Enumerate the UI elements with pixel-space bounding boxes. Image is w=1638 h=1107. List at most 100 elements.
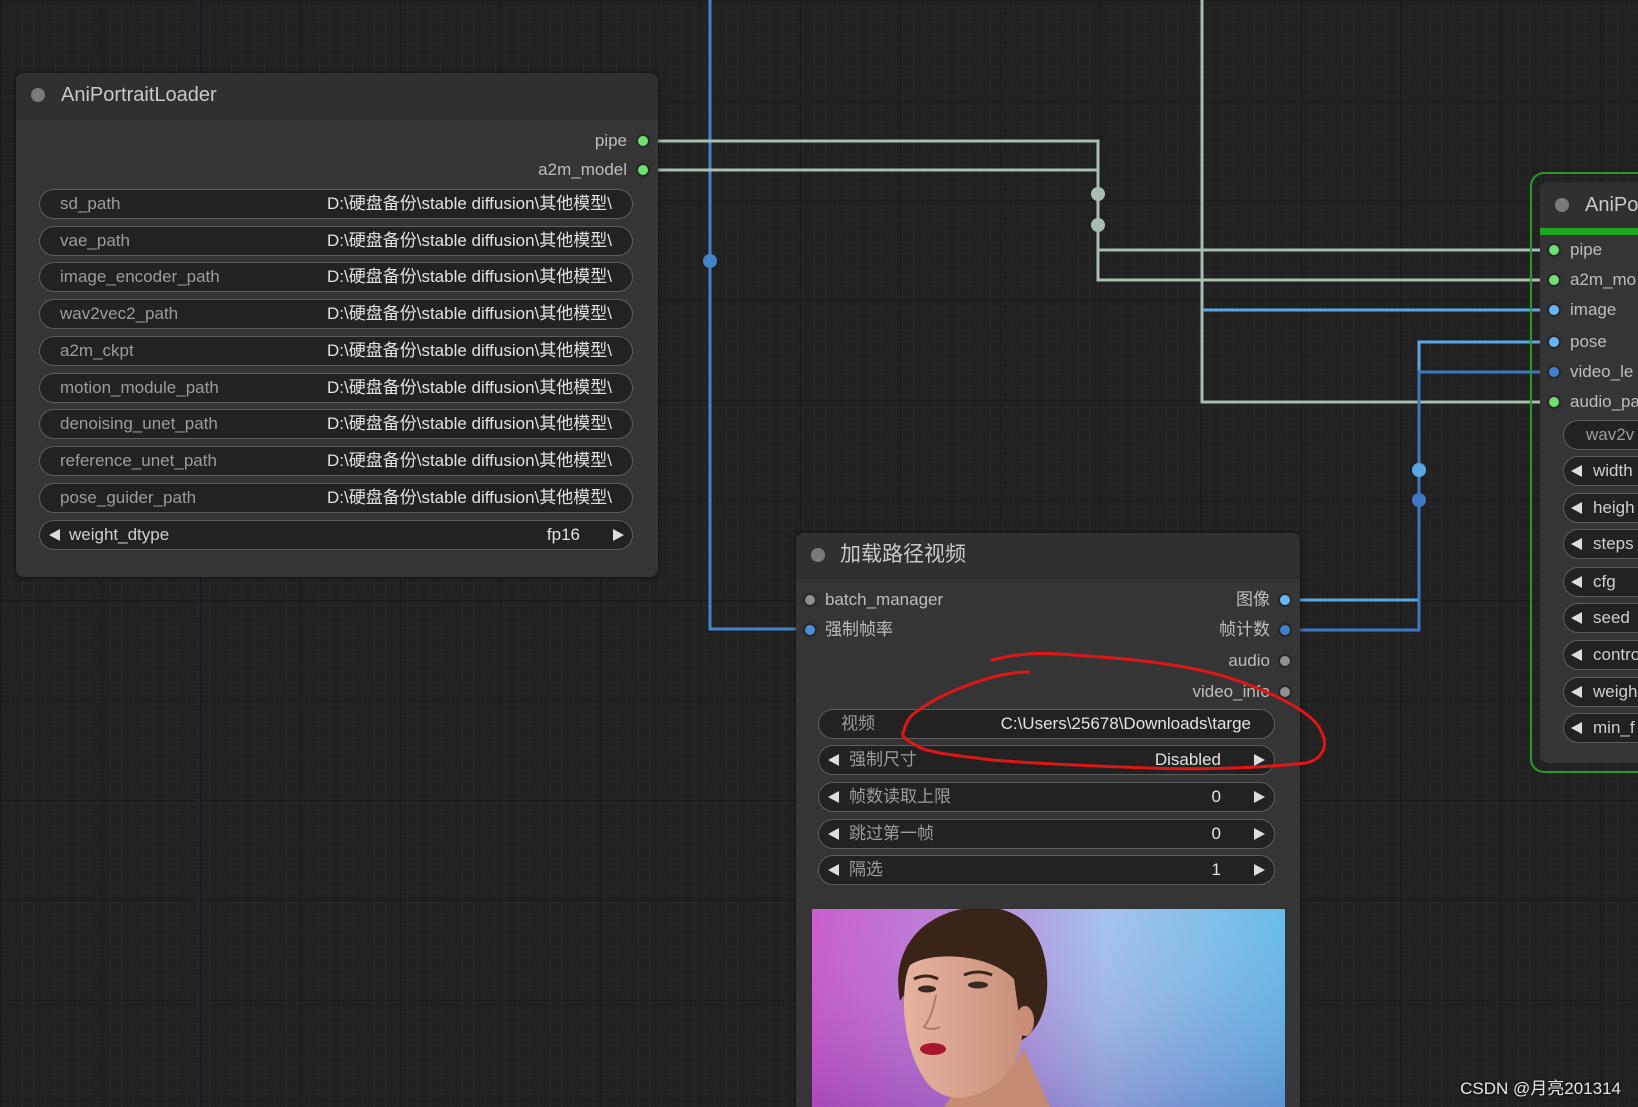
widget-value: D:\硬盘备份\stable diffusion\其他模型\ xyxy=(327,341,612,360)
widget-value: Disabled xyxy=(1154,750,1221,769)
input-slot-pipe[interactable] xyxy=(1549,245,1559,255)
node-title-bar[interactable]: AniPortraitLoader xyxy=(16,73,658,119)
output-slot-a2m-model[interactable] xyxy=(638,165,648,175)
widget-label: 帧数读取上限 xyxy=(849,787,951,806)
decrement-arrow-icon[interactable] xyxy=(828,864,839,876)
seed-stepper[interactable]: seed xyxy=(1563,603,1638,633)
widget-label: image_encoder_path xyxy=(60,267,220,286)
cfg-stepper[interactable]: cfg xyxy=(1563,567,1638,597)
force-rate-link-wire[interactable] xyxy=(708,0,810,631)
decrement-arrow-icon[interactable] xyxy=(1571,465,1582,477)
widget-label: 视频 xyxy=(841,714,875,733)
output-label-a2m-model: a2m_model xyxy=(538,160,627,179)
width-stepper[interactable]: width xyxy=(1563,456,1638,486)
force-rate-link-midpoint[interactable] xyxy=(703,254,717,268)
output-slot-audio[interactable] xyxy=(1280,656,1290,666)
vae-path-field[interactable]: vae_path D:\硬盘备份\stable diffusion\其他模型\ xyxy=(39,226,633,256)
increment-arrow-icon[interactable] xyxy=(613,529,624,541)
increment-arrow-icon[interactable] xyxy=(1254,754,1265,766)
decrement-arrow-icon[interactable] xyxy=(1571,649,1582,661)
node-title-bar[interactable]: 加载路径视频 xyxy=(796,533,1300,579)
weight-stepper[interactable]: weigh xyxy=(1563,677,1638,707)
watermark: CSDN @月亮201314 xyxy=(1460,1079,1621,1098)
height-stepper[interactable]: heigh xyxy=(1563,493,1638,523)
increment-arrow-icon[interactable] xyxy=(1254,828,1265,840)
a2m-ckpt-field[interactable]: a2m_ckpt D:\硬盘备份\stable diffusion\其他模型\ xyxy=(39,336,633,366)
widget-value: D:\硬盘备份\stable diffusion\其他模型\ xyxy=(327,488,612,507)
aniportrait-loader-node[interactable]: AniPortraitLoader pipe a2m_model sd_path… xyxy=(16,73,658,577)
output-slot-video-info[interactable] xyxy=(1280,687,1290,697)
a2m-model-link-midpoint[interactable] xyxy=(1091,218,1105,232)
input-label-pipe: pipe xyxy=(1570,240,1603,259)
skip-first-frames-stepper[interactable]: 跳过第一帧 0 xyxy=(818,819,1275,849)
widget-value: D:\硬盘备份\stable diffusion\其他模型\ xyxy=(327,414,612,433)
decrement-arrow-icon[interactable] xyxy=(1571,686,1582,698)
widget-label: 强制尺寸 xyxy=(849,750,917,769)
output-label-image: 图像 xyxy=(1236,590,1270,609)
min-frames-stepper[interactable]: min_f xyxy=(1563,713,1638,743)
motion-module-path-field[interactable]: motion_module_path D:\硬盘备份\stable diffus… xyxy=(39,373,633,403)
video-length-link-midpoint[interactable] xyxy=(1412,493,1426,507)
collapse-dot-icon[interactable] xyxy=(1555,198,1569,212)
input-slot-pose[interactable] xyxy=(1549,337,1559,347)
widget-value: D:\硬盘备份\stable diffusion\其他模型\ xyxy=(327,378,612,397)
increment-arrow-icon[interactable] xyxy=(1254,791,1265,803)
decrement-arrow-icon[interactable] xyxy=(828,828,839,840)
force-size-combo[interactable]: 强制尺寸 Disabled xyxy=(818,745,1275,775)
decrement-arrow-icon[interactable] xyxy=(49,529,60,541)
decrement-arrow-icon[interactable] xyxy=(1571,722,1582,734)
sd-path-field[interactable]: sd_path D:\硬盘备份\stable diffusion\其他模型\ xyxy=(39,189,633,219)
load-video-path-node[interactable]: 加载路径视频 batch_manager 强制帧率 图像 帧计数 audio v… xyxy=(796,533,1300,1107)
decrement-arrow-icon[interactable] xyxy=(828,791,839,803)
node-title: 加载路径视频 xyxy=(840,543,966,566)
widget-value: 0 xyxy=(1211,787,1221,806)
input-slot-force-rate[interactable] xyxy=(805,625,815,635)
increment-arrow-icon[interactable] xyxy=(1254,864,1265,876)
collapse-dot-icon[interactable] xyxy=(811,548,825,562)
output-slot-image[interactable] xyxy=(1280,595,1290,605)
input-slot-audio-path[interactable] xyxy=(1549,397,1559,407)
collapse-dot-icon[interactable] xyxy=(31,88,45,102)
input-label-video-length: video_le xyxy=(1570,362,1634,381)
input-slot-video-length[interactable] xyxy=(1549,367,1559,377)
portrait-picture xyxy=(812,909,1285,1107)
pipe-link-midpoint[interactable] xyxy=(1091,187,1105,201)
widget-label: wav2vec2_path xyxy=(60,304,179,323)
widget-label: denoising_unet_path xyxy=(60,414,218,433)
wav2vec2-path-field[interactable]: wav2vec2_path D:\硬盘备份\stable diffusion\其… xyxy=(39,299,633,329)
input-slot-image[interactable] xyxy=(1549,305,1559,315)
output-label-pipe: pipe xyxy=(594,131,627,150)
widget-label: 隔选 xyxy=(849,860,883,879)
input-label-force-rate: 强制帧率 xyxy=(825,620,893,639)
video-path-field[interactable]: 视频 C:\Users\25678\Downloads\targe xyxy=(818,709,1275,739)
frame-load-cap-stepper[interactable]: 帧数读取上限 0 xyxy=(818,782,1275,812)
decrement-arrow-icon[interactable] xyxy=(828,754,839,766)
decrement-arrow-icon[interactable] xyxy=(1571,612,1582,624)
widget-label: wav2v xyxy=(1586,425,1635,444)
widget-value: D:\硬盘备份\stable diffusion\其他模型\ xyxy=(327,304,612,323)
control-after-generate-combo[interactable]: contro xyxy=(1563,640,1638,670)
selected-node-outline[interactable]: AniPo pipe a2m_mo image pose video_le au… xyxy=(1530,172,1638,773)
reference-unet-path-field[interactable]: reference_unet_path D:\硬盘备份\stable diffu… xyxy=(39,446,633,476)
widget-label: seed xyxy=(1593,608,1630,627)
node-title: AniPo xyxy=(1585,194,1638,216)
decrement-arrow-icon[interactable] xyxy=(1571,538,1582,550)
video-preview-image xyxy=(812,909,1285,1107)
wav2vec-field[interactable]: wav2v xyxy=(1563,420,1638,450)
portrait-eye-left xyxy=(918,985,936,993)
output-slot-frame-count[interactable] xyxy=(1280,625,1290,635)
output-slot-pipe[interactable] xyxy=(638,136,648,146)
pose-guider-path-field[interactable]: pose_guider_path D:\硬盘备份\stable diffusio… xyxy=(39,483,633,513)
image-encoder-path-field[interactable]: image_encoder_path D:\硬盘备份\stable diffus… xyxy=(39,262,633,292)
denoising-unet-path-field[interactable]: denoising_unet_path D:\硬盘备份\stable diffu… xyxy=(39,409,633,439)
input-slot-batch-manager[interactable] xyxy=(805,595,815,605)
decrement-arrow-icon[interactable] xyxy=(1571,576,1582,588)
input-slot-a2m-model[interactable] xyxy=(1549,275,1559,285)
weight-dtype-combo[interactable]: weight_dtype fp16 xyxy=(39,520,633,550)
steps-stepper[interactable]: steps xyxy=(1563,529,1638,559)
decrement-arrow-icon[interactable] xyxy=(1571,502,1582,514)
widget-value: C:\Users\25678\Downloads\targe xyxy=(1000,714,1251,733)
select-every-nth-stepper[interactable]: 隔选 1 xyxy=(818,855,1275,885)
pose-link-midpoint[interactable] xyxy=(1412,463,1426,477)
widget-label: a2m_ckpt xyxy=(60,341,134,360)
